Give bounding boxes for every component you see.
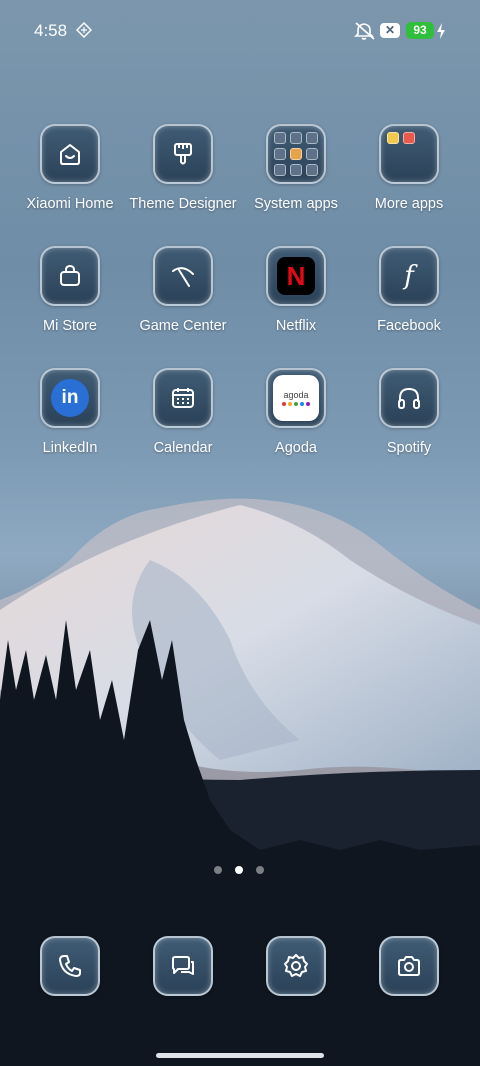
phone-icon [59,955,81,977]
sync-icon [76,22,92,38]
netflix-logo: N [286,260,306,291]
linkedin-icon: in [51,379,89,417]
folder-label: More apps [374,196,444,212]
app-label: Theme Designer [129,196,237,212]
home-gesture-bar[interactable] [156,1053,324,1058]
mini-app-icon [403,132,415,144]
agoda-dots [282,402,310,406]
dock-camera[interactable] [379,936,439,996]
netflix-icon: N [277,257,315,295]
settings-tile[interactable] [266,936,326,996]
status-bar: 4:58 ✕ 93 [0,0,480,62]
app-label: Game Center [139,318,227,334]
app-game-center[interactable]: Game Center [123,246,243,334]
mini-app-icon [274,164,286,176]
mini-app-icon [274,132,286,144]
folder-label: System apps [254,196,338,212]
app-agoda[interactable]: agoda Agoda [236,368,356,456]
home-screen: 4:58 ✕ 93 Xiaomi Home Theme Designer Sys… [0,0,480,1066]
folder-more-apps[interactable]: More apps [349,124,469,212]
linkedin-tile[interactable]: in [40,368,100,428]
battery-icon: 93 [406,22,434,39]
mini-app-icon [306,132,318,144]
app-label: LinkedIn [42,440,98,456]
app-label: Calendar [153,440,213,456]
folder-system-apps[interactable]: System apps [236,124,356,212]
mini-app-icon [306,148,318,160]
system-apps-folder-tile[interactable] [266,124,326,184]
agoda-wordmark: agoda [283,390,309,400]
facebook-icon: f [404,261,414,291]
page-dot-active[interactable] [235,866,243,874]
dock-messages[interactable] [153,936,213,996]
app-facebook[interactable]: f Facebook [349,246,469,334]
calendar-tile[interactable] [153,368,213,428]
app-linkedin[interactable]: in LinkedIn [10,368,130,456]
mini-app-icon [306,164,318,176]
charging-bolt-icon [437,23,445,39]
clock: 4:58 [34,21,68,40]
app-netflix[interactable]: N Netflix [236,246,356,334]
page-indicator [214,866,264,874]
app-mi-store[interactable]: Mi Store [10,246,130,334]
netflix-tile[interactable]: N [266,246,326,306]
xiaomi-home-tile[interactable] [40,124,100,184]
app-label: Xiaomi Home [26,196,114,212]
page-dot[interactable] [256,866,264,874]
app-label: Mi Store [43,318,97,334]
game-center-tile[interactable] [153,246,213,306]
app-label: Netflix [275,318,317,334]
app-label: Facebook [377,318,441,334]
messages-tile[interactable] [153,936,213,996]
paintbrush-icon [174,143,192,165]
camera-tile[interactable] [379,936,439,996]
facebook-tile[interactable]: f [379,246,439,306]
settings-icon [284,954,308,977]
mini-app-icon [290,148,302,160]
calendar-icon [172,388,194,408]
app-calendar[interactable]: Calendar [123,368,243,456]
home-icon [60,144,80,165]
app-spotify[interactable]: Spotify [349,368,469,456]
mini-app-icon [290,132,302,144]
dock-phone[interactable] [40,936,100,996]
app-theme-designer[interactable]: Theme Designer [123,124,243,212]
mi-store-tile[interactable] [40,246,100,306]
app-label: Spotify [386,440,432,456]
mute-icon [354,22,375,40]
app-xiaomi-home[interactable]: Xiaomi Home [10,124,130,212]
game-center-icon [172,267,194,287]
shopping-bag-icon [60,264,80,286]
agoda-icon: agoda [273,375,319,421]
page-dot[interactable] [214,866,222,874]
folder-icon [274,132,318,176]
agoda-tile[interactable]: agoda [266,368,326,428]
x-icon: ✕ [380,23,400,38]
camera-icon [398,956,420,976]
mini-app-icon [387,132,399,144]
messages-icon [172,956,194,975]
mini-app-icon [290,164,302,176]
more-apps-folder-tile[interactable] [379,124,439,184]
app-label: Agoda [275,440,317,456]
headphones-icon [398,387,420,409]
theme-designer-tile[interactable] [153,124,213,184]
mini-app-icon [274,148,286,160]
folder-icon [387,132,431,176]
spotify-tile[interactable] [379,368,439,428]
phone-tile[interactable] [40,936,100,996]
dock-settings[interactable] [266,936,326,996]
